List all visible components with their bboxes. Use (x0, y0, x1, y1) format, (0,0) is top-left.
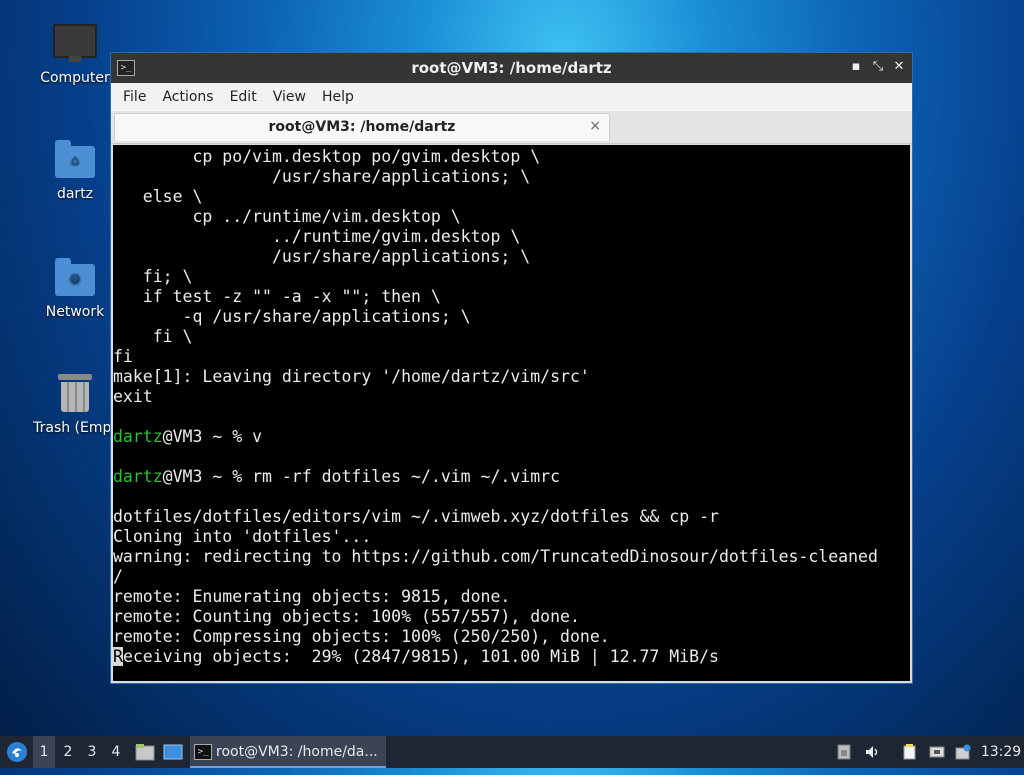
terminal-line: cp ../runtime/vim.desktop \ (113, 207, 461, 226)
progress-text: eceiving objects: 29% (2847/9815), 101.0… (122, 647, 719, 666)
terminal-line: make[1]: Leaving directory '/home/dartz/… (113, 367, 590, 386)
show-desktop-button[interactable] (162, 736, 184, 768)
terminal-line: exit (113, 387, 153, 406)
network-folder-icon: ◉ (55, 258, 95, 296)
terminal-line: / (113, 567, 123, 586)
terminal-prompt-line: dartz@VM3 ~ % v (113, 427, 910, 447)
terminal-line: Cloning into 'dotfiles'... (113, 527, 372, 546)
terminal-line: fi; \ (113, 267, 193, 286)
desktop-icon-label: dartz (56, 186, 94, 202)
menu-actions[interactable]: Actions (154, 89, 221, 105)
terminal-window: >_ root@VM3: /home/dartz ▪ ⤡ ✕ File Acti… (110, 52, 913, 684)
prompt-user: dartz (113, 467, 163, 486)
terminal-line: /usr/share/applications; \ (113, 167, 531, 186)
minimize-button[interactable]: ▪ (847, 58, 865, 76)
menu-view[interactable]: View (265, 89, 314, 105)
desktop-icon-dartz[interactable]: ⌂ dartz (27, 140, 123, 202)
taskbar-task-terminal[interactable]: >_ root@VM3: /home/da... (190, 736, 386, 768)
terminal-line: remote: Compressing objects: 100% (250/2… (113, 627, 610, 646)
tab-terminal[interactable]: root@VM3: /home/dartz × (114, 113, 610, 141)
window-title: root@VM3: /home/dartz (411, 59, 612, 77)
show-desktop-icon (163, 744, 183, 760)
desktop-icon-label: Computer (40, 70, 110, 86)
terminal-line: fi \ (113, 327, 193, 346)
terminal-prompt-line: dartz@VM3 ~ % rm -rf dotfiles ~/.vim ~/.… (113, 467, 910, 487)
window-titlebar[interactable]: >_ root@VM3: /home/dartz ▪ ⤡ ✕ (111, 53, 912, 83)
task-label: root@VM3: /home/da... (216, 744, 378, 760)
terminal-line: if test -z "" -a -x ""; then \ (113, 287, 441, 306)
terminal-line: ../runtime/gvim.desktop \ (113, 227, 521, 246)
workspace-1[interactable]: 1 (33, 736, 55, 768)
file-manager-launcher[interactable] (134, 736, 156, 768)
tab-label: root@VM3: /home/dartz (268, 119, 456, 135)
trash-icon (58, 374, 92, 412)
computer-icon (53, 24, 97, 62)
terminal-line: else \ (113, 187, 203, 206)
start-menu-button[interactable] (4, 736, 30, 768)
terminal-output[interactable]: cp po/vim.desktop po/gvim.desktop \ /usr… (113, 145, 910, 681)
prompt-user: dartz (113, 427, 163, 446)
terminal-line: fi (113, 347, 133, 366)
maximize-button[interactable]: ⤡ (869, 58, 887, 76)
workspace-2[interactable]: 2 (57, 736, 79, 768)
desktop-icon-computer[interactable]: Computer (27, 24, 123, 86)
prompt-command: @VM3 ~ % rm -rf dotfiles ~/.vim ~/.vimrc (162, 467, 561, 486)
taskbar: 1 2 3 4 >_ root@VM3: /home/da... 13:29 (0, 736, 1024, 768)
menu-file[interactable]: File (115, 89, 154, 105)
menu-edit[interactable]: Edit (222, 89, 265, 105)
home-folder-icon: ⌂ (55, 140, 95, 178)
terminal-line: remote: Enumerating objects: 9815, done. (113, 587, 511, 606)
file-manager-icon (135, 744, 155, 761)
terminal-line: -q /usr/share/applications; \ (113, 307, 471, 326)
clock[interactable]: 13:29 (978, 736, 1024, 768)
terminal-line: warning: redirecting to https://github.c… (113, 547, 878, 566)
workspace-3[interactable]: 3 (81, 736, 103, 768)
desktop-icon-network[interactable]: ◉ Network (27, 258, 123, 320)
terminal-line: /usr/share/applications; \ (113, 247, 531, 266)
terminal-line: dotfiles/dotfiles/editors/vim ~/.vimweb.… (113, 507, 719, 526)
terminal-cursor: R (113, 647, 123, 666)
tab-close-icon[interactable]: × (589, 118, 601, 134)
workspace-4[interactable]: 4 (105, 736, 127, 768)
terminal-icon: >_ (194, 744, 212, 760)
update-notifier-icon[interactable] (955, 744, 971, 760)
terminal-progress-line: Receiving objects: 29% (2847/9815), 101.… (113, 647, 910, 667)
tab-bar: root@VM3: /home/dartz × (111, 111, 912, 144)
notes-icon[interactable] (902, 744, 918, 760)
menu-bar: File Actions Edit View Help (111, 83, 912, 111)
volume-icon[interactable] (864, 744, 880, 760)
terminal-line: remote: Counting objects: 100% (557/557)… (113, 607, 580, 626)
close-button[interactable]: ✕ (890, 58, 908, 76)
terminal-line: cp po/vim.desktop po/gvim.desktop \ (113, 147, 541, 166)
menu-help[interactable]: Help (314, 89, 362, 105)
desktop-icon-label: Network (45, 304, 105, 320)
clipboard-tray-icon[interactable] (836, 744, 852, 760)
lubuntu-logo-icon (7, 742, 27, 762)
prompt-command: @VM3 ~ % v (162, 427, 263, 446)
network-tray-icon[interactable] (929, 744, 945, 760)
